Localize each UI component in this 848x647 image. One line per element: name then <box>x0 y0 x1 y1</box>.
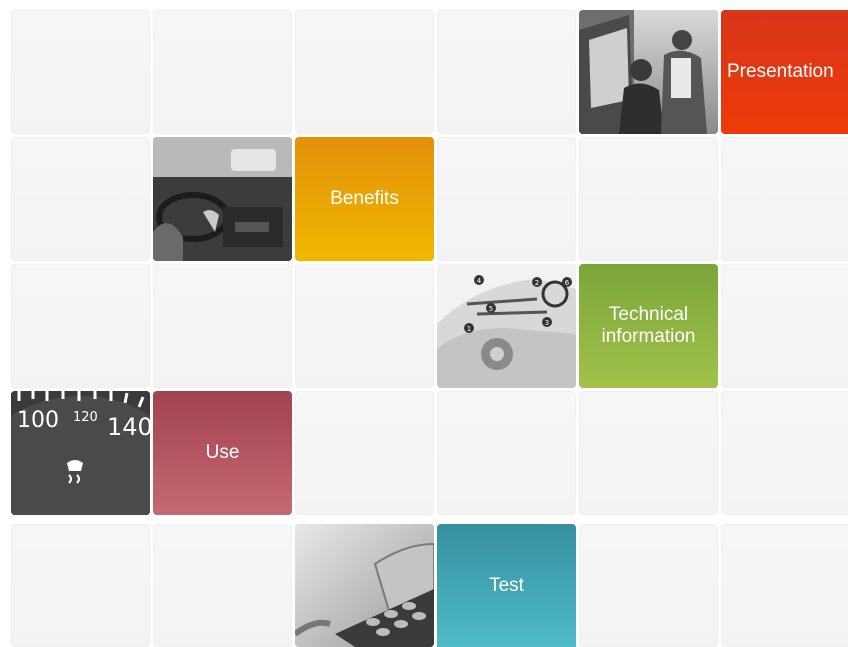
empty-cell <box>295 10 434 134</box>
empty-cell <box>295 391 434 515</box>
driver-photo <box>153 137 292 261</box>
empty-cell <box>721 137 848 261</box>
empty-cell <box>437 10 576 134</box>
callout-6: 6 <box>565 279 570 287</box>
empty-cell <box>437 137 576 261</box>
presentation-button[interactable]: Presentation <box>721 10 848 134</box>
tile-grid: Presentation Benefits 4 5 2 6 3 1 Techni… <box>0 0 848 647</box>
callout-1: 1 <box>467 325 471 333</box>
technical-information-label: Technical information <box>601 304 696 347</box>
empty-cell <box>579 391 718 515</box>
callout-4: 4 <box>477 277 482 285</box>
empty-cell <box>11 524 150 647</box>
speed-140: 140 <box>107 413 150 441</box>
phone-photo <box>295 524 434 647</box>
use-button[interactable]: Use <box>153 391 292 515</box>
empty-cell <box>153 264 292 388</box>
benefits-button[interactable]: Benefits <box>295 137 434 261</box>
empty-cell <box>721 524 848 647</box>
empty-cell <box>153 524 292 647</box>
empty-cell <box>11 137 150 261</box>
empty-cell <box>579 137 718 261</box>
empty-cell <box>11 264 150 388</box>
speed-120: 120 <box>73 410 98 425</box>
test-button[interactable]: Test <box>437 524 576 647</box>
car-diagram-photo: 4 5 2 6 3 1 <box>437 264 576 388</box>
empty-cell <box>437 391 576 515</box>
empty-cell <box>721 264 848 388</box>
technical-information-button[interactable]: Technical information <box>579 264 718 388</box>
empty-cell <box>721 391 848 515</box>
presentation-label: Presentation <box>727 61 834 82</box>
empty-cell <box>295 264 434 388</box>
empty-cell <box>11 10 150 134</box>
callout-3: 3 <box>545 319 549 327</box>
callout-5: 5 <box>489 305 493 313</box>
test-label: Test <box>489 574 524 596</box>
callout-2: 2 <box>535 279 539 287</box>
benefits-label: Benefits <box>330 188 399 209</box>
empty-cell <box>153 10 292 134</box>
use-label: Use <box>205 442 240 463</box>
empty-cell <box>579 524 718 647</box>
speedometer-photo: 100 120 140 <box>11 391 150 515</box>
speed-100: 100 <box>17 408 59 433</box>
car-dealer-photo <box>579 10 718 134</box>
